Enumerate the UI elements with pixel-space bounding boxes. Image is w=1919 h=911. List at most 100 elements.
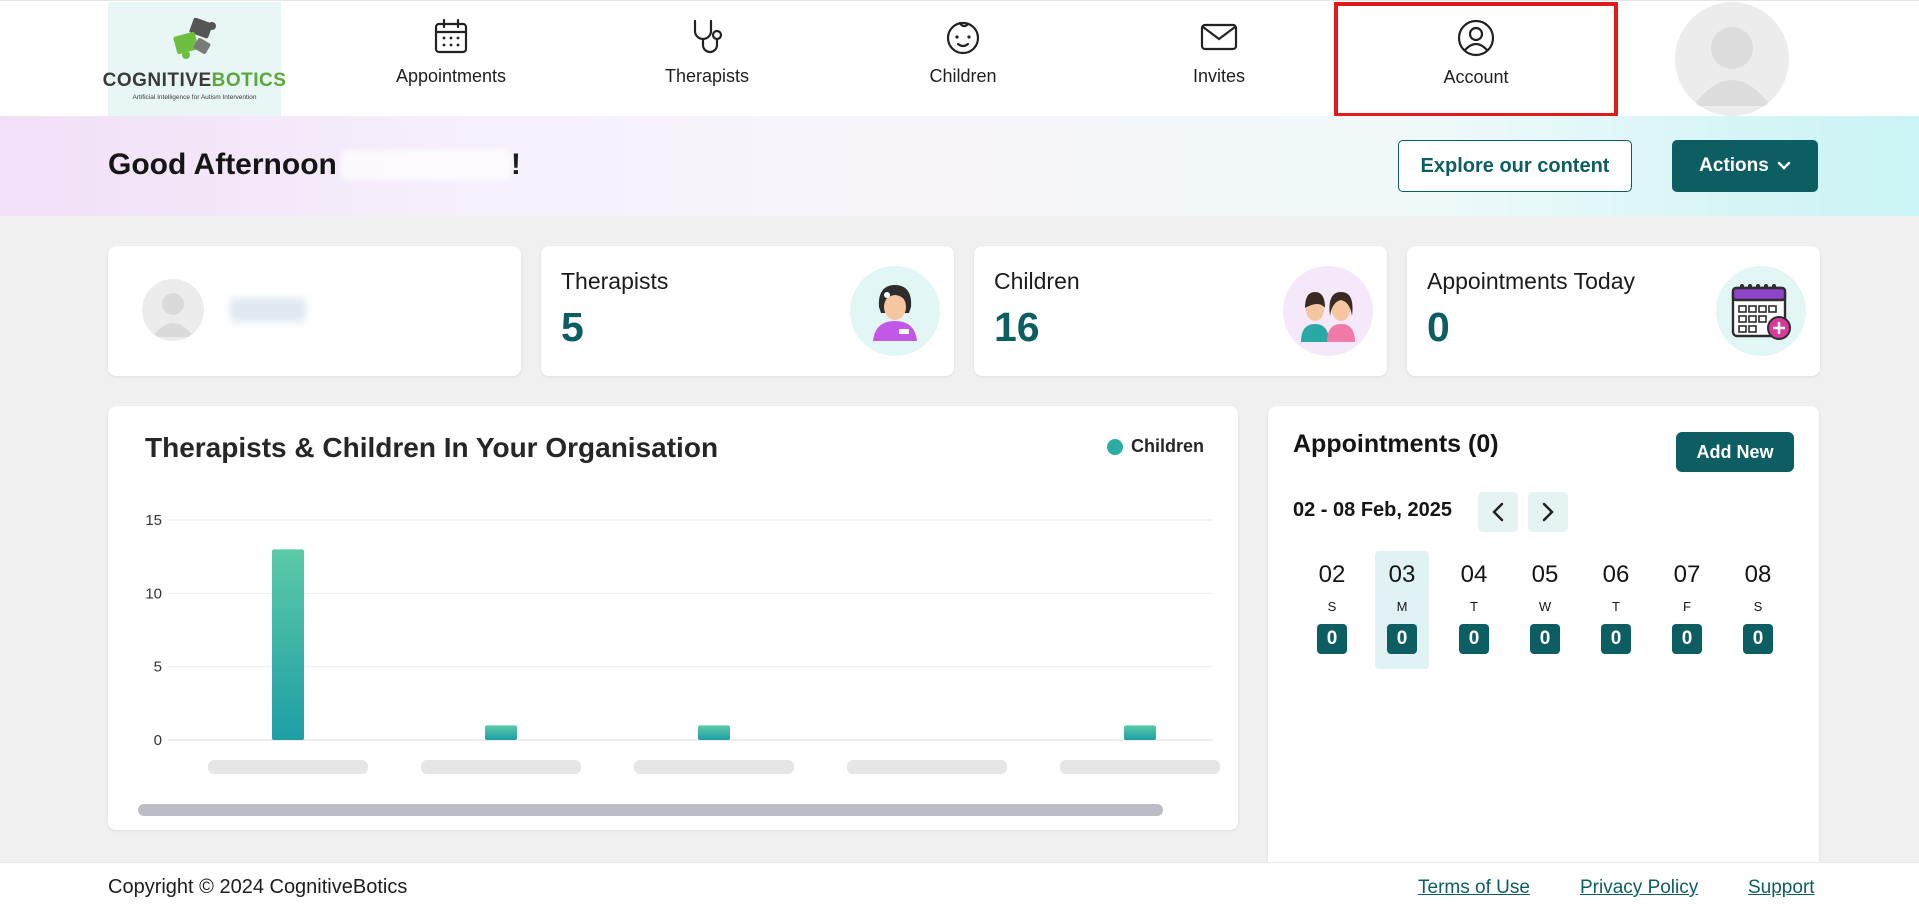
day-count-badge: 0 [1601,624,1631,654]
brand-name: COGNITIVEBOTICS [102,69,287,91]
nav-item-account[interactable]: Account [1334,2,1618,117]
calendar-plus-illustration-icon [1716,266,1806,356]
org-chart-card: Therapists & Children In Your Organisati… [108,406,1238,830]
top-nav: COGNITIVEBOTICS Artificial Intelligence … [0,0,1919,117]
avatar-placeholder-icon [1693,27,1771,106]
x-tick-label-redacted [634,760,794,774]
stat-value: 5 [561,304,584,350]
greeting-band: Good Afternoon! Explore our content Acti… [0,116,1919,216]
bar-chart: 0 5 10 15 [145,512,1220,774]
avatar-placeholder-icon [152,293,194,337]
appointments-title: Appointments (0) [1293,430,1499,458]
day-letter: W [1538,599,1552,614]
next-week-button[interactable] [1528,492,1568,532]
day-letter: T [1470,599,1478,614]
redacted-username [340,150,511,180]
actions-button[interactable]: Actions [1672,140,1818,192]
day-cell[interactable]: 07 F 0 [1660,551,1714,669]
footer: Copyright © 2024 CognitiveBotics Terms o… [0,862,1919,911]
nav-item-therapists[interactable]: Therapists [607,1,807,117]
nav-label: Therapists [664,66,750,86]
day-number: 02 [1318,561,1346,588]
day-cell[interactable]: 02 S 0 [1305,551,1359,669]
baby-face-icon [946,21,980,55]
y-tick-label: 15 [145,512,162,529]
nav-label: Appointments [395,66,507,86]
day-number: 06 [1602,561,1630,588]
envelope-icon [1200,23,1238,51]
chevron-down-icon [1777,161,1791,170]
day-letter: M [1396,599,1408,614]
logo[interactable]: COGNITIVEBOTICS Artificial Intelligence … [103,2,286,116]
day-letter: S [1327,599,1337,614]
day-cell[interactable]: 08 S 0 [1731,551,1785,669]
avatar [142,279,204,341]
appointments-card: Appointments (0) Add New 02 - 08 Feb, 20… [1268,406,1819,886]
redacted-profile-name [230,298,306,322]
day-count-badge: 0 [1317,624,1347,654]
day-count-badge: 0 [1530,624,1560,654]
day-letter: T [1612,599,1620,614]
stat-card-appointments-today[interactable]: Appointments Today 0 [1407,246,1820,376]
chart-horizontal-scrollbar[interactable] [138,804,1163,816]
support-link[interactable]: Support [1748,877,1815,899]
y-tick-label: 10 [145,585,162,602]
user-circle-icon [1457,19,1495,57]
stat-title: Appointments Today [1427,268,1635,294]
stat-card-therapists[interactable]: Therapists 5 [541,246,954,376]
user-avatar[interactable] [1675,2,1789,116]
x-tick-label-redacted [421,760,581,774]
day-number: 04 [1460,561,1488,588]
chart-bar[interactable] [698,725,730,740]
calendar-icon [434,18,468,54]
privacy-policy-link[interactable]: Privacy Policy [1580,877,1698,899]
children-illustration-icon [1283,266,1373,356]
chart-bar[interactable] [272,549,304,740]
stat-title: Children [994,268,1080,294]
day-count-badge: 0 [1387,624,1417,654]
copyright-text: Copyright © 2024 CognitiveBotics [108,876,408,898]
day-number: 07 [1673,561,1701,588]
puzzle-logo-icon [169,17,221,64]
day-count-badge: 0 [1743,624,1773,654]
day-count-badge: 0 [1459,624,1489,654]
nav-item-invites[interactable]: Invites [1119,1,1319,117]
day-number: 05 [1531,561,1559,588]
chevron-right-icon [1542,502,1554,522]
day-cell-selected[interactable]: 03 M 0 [1375,551,1429,669]
day-number: 08 [1744,561,1772,588]
day-cell[interactable]: 04 T 0 [1447,551,1501,669]
day-letter: F [1683,599,1691,614]
day-number: 03 [1388,561,1416,588]
nav-label: Children [929,66,997,86]
stat-value: 16 [994,304,1040,350]
stethoscope-icon [693,19,723,54]
nav-label: Invites [1192,66,1246,86]
explore-content-button[interactable]: Explore our content [1398,140,1632,192]
add-new-appointment-button[interactable]: Add New [1676,432,1794,472]
brand-tagline: Artificial Intelligence for Autism Inter… [132,93,257,101]
stat-title: Therapists [561,268,669,294]
chart-bar[interactable] [485,725,517,740]
chevron-left-icon [1492,502,1504,522]
profile-card[interactable] [108,246,521,376]
day-letter: S [1753,599,1763,614]
x-tick-label-redacted [847,760,1007,774]
week-range-label: 02 - 08 Feb, 2025 [1293,499,1452,521]
nav-item-appointments[interactable]: Appointments [351,1,551,117]
day-cell[interactable]: 05 W 0 [1518,551,1572,669]
y-tick-label: 0 [154,732,162,749]
chart-bar[interactable] [1124,725,1156,740]
therapist-illustration-icon [850,266,940,356]
terms-of-use-link[interactable]: Terms of Use [1418,877,1530,899]
stat-card-children[interactable]: Children 16 [974,246,1387,376]
stat-value: 0 [1427,304,1450,350]
y-tick-label: 5 [154,659,162,676]
day-cell[interactable]: 06 T 0 [1589,551,1643,669]
x-tick-label-redacted [1060,760,1220,774]
greeting-text: Good Afternoon! [108,148,521,181]
previous-week-button[interactable] [1478,492,1518,532]
nav-item-children[interactable]: Children [863,1,1063,117]
day-count-badge: 0 [1672,624,1702,654]
x-tick-label-redacted [208,760,368,774]
